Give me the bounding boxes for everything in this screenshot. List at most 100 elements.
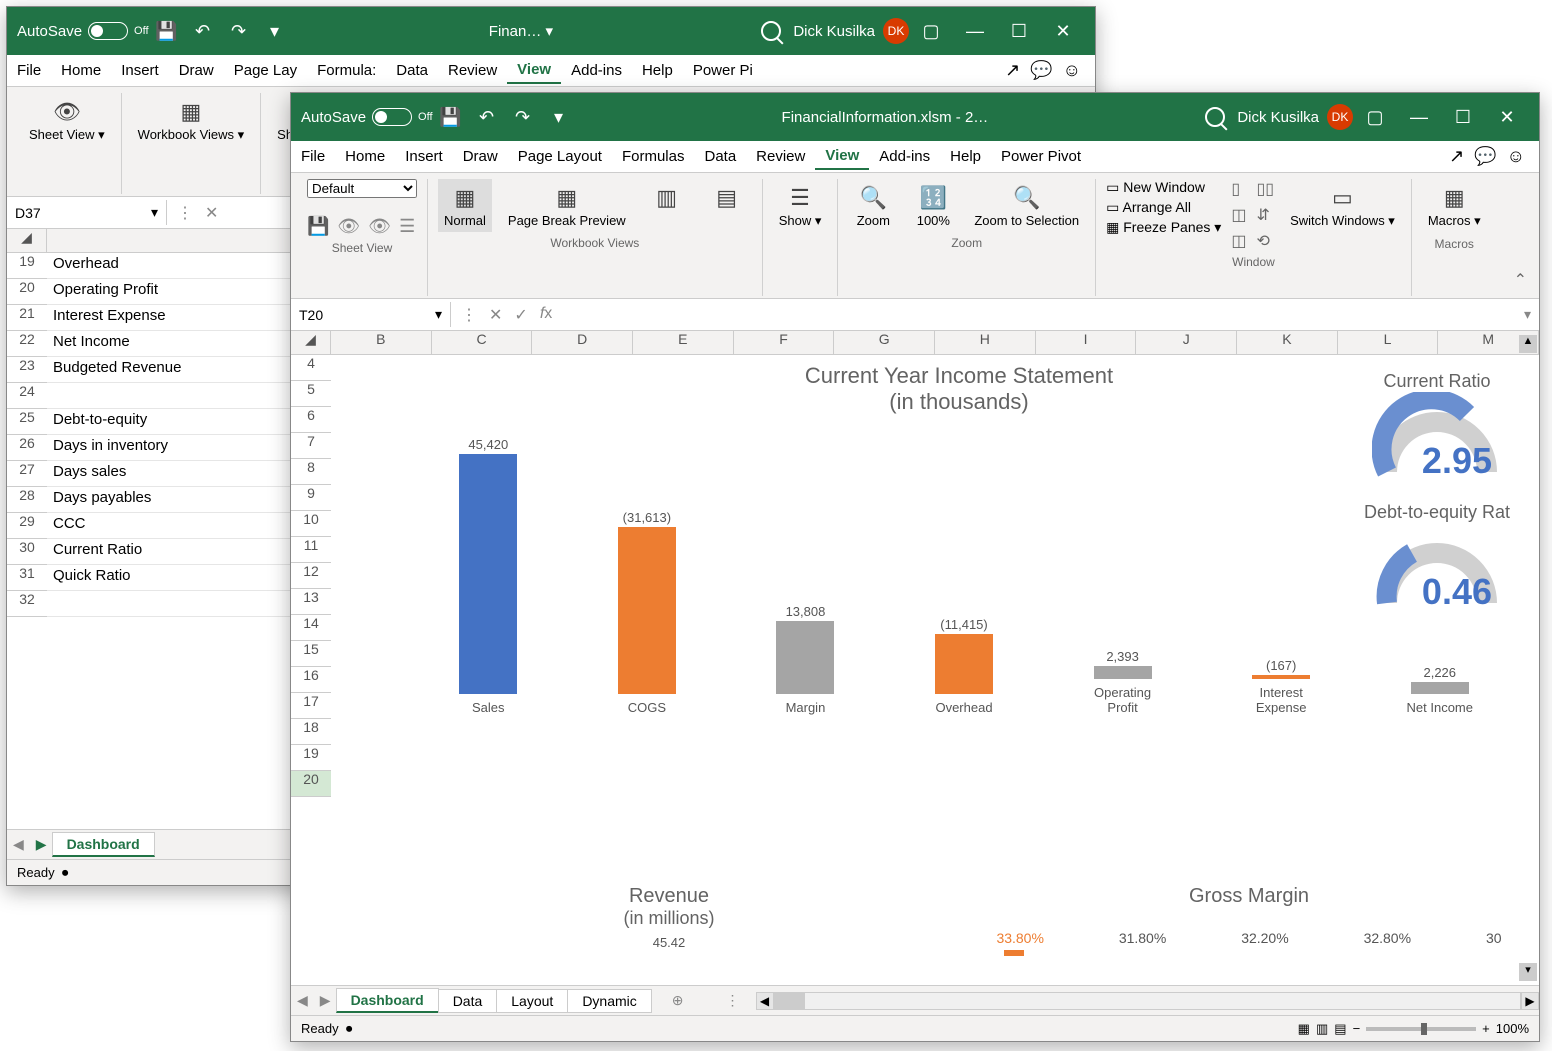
menu-file[interactable]: File (7, 58, 51, 83)
ribbon-display-icon[interactable]: ▢ (909, 7, 953, 55)
col-header[interactable]: K (1237, 331, 1338, 354)
row-header[interactable]: 31 (7, 565, 47, 591)
minimize-icon[interactable]: — (953, 7, 997, 55)
tab-add-icon[interactable]: ⊕ (666, 992, 690, 1009)
tab-dynamic[interactable]: Dynamic (567, 989, 651, 1013)
row-header[interactable]: 20 (291, 771, 331, 797)
select-all-corner[interactable]: ◢ (291, 331, 331, 354)
rib-macros[interactable]: ▦Macros ▾ (1422, 179, 1487, 233)
col-header[interactable]: E (633, 331, 734, 354)
split-icon[interactable]: ▯ (1231, 179, 1246, 199)
col-header[interactable]: L (1338, 331, 1439, 354)
rib-show[interactable]: ☰Show ▾ (773, 179, 828, 233)
save-icon[interactable]: 💾 (439, 105, 463, 129)
row-header[interactable]: 26 (7, 435, 47, 461)
col-header[interactable]: C (432, 331, 533, 354)
select-all-corner[interactable]: ◢ (7, 229, 47, 252)
search-icon[interactable] (761, 21, 781, 41)
menu-formulas[interactable]: Formulas (612, 144, 695, 169)
tab-next-icon[interactable]: ▶ (314, 992, 337, 1009)
fx-dots-icon[interactable]: ⋮ (461, 305, 477, 325)
rib-100pct[interactable]: 🔢100% (908, 179, 958, 232)
rib-zoom-selection[interactable]: 🔍Zoom to Selection (968, 179, 1085, 232)
menu-review[interactable]: Review (746, 144, 815, 169)
unhide-icon[interactable]: ◫ (1231, 231, 1246, 251)
search-icon[interactable] (1205, 107, 1225, 127)
tab-dashboard[interactable]: Dashboard (336, 988, 439, 1013)
rib-sheet-view[interactable]: 👁Sheet View ▾ (23, 93, 111, 147)
row-header[interactable]: 19 (7, 253, 47, 279)
row-header[interactable]: 5 (291, 381, 331, 407)
rib-page-layout[interactable]: ▥ (642, 179, 692, 217)
col-header[interactable]: I (1036, 331, 1137, 354)
menu-home[interactable]: Home (335, 144, 395, 169)
rib-freeze-panes[interactable]: ▦ Freeze Panes ▾ (1106, 219, 1221, 236)
name-box-front[interactable]: T20▾ (291, 302, 451, 327)
fx-cancel-icon[interactable]: ✕ (489, 305, 502, 325)
comments-icon[interactable]: 💬 (1474, 146, 1496, 167)
col-header[interactable]: D (532, 331, 633, 354)
qat-dropdown-icon[interactable]: ▾ (263, 19, 287, 43)
menu-draw[interactable]: Draw (453, 144, 508, 169)
rib-zoom[interactable]: 🔍Zoom (848, 179, 898, 232)
close-icon[interactable]: ✕ (1041, 7, 1085, 55)
row-header[interactable]: 15 (291, 641, 331, 667)
row-header[interactable]: 14 (291, 615, 331, 641)
menu-file[interactable]: File (291, 144, 335, 169)
autosave-toggle-front[interactable] (372, 108, 412, 126)
row-header[interactable]: 11 (291, 537, 331, 563)
tab-next-icon[interactable]: ▶ (30, 836, 53, 853)
zoom-slider[interactable] (1366, 1027, 1476, 1031)
exit-icon[interactable]: 👁 (337, 216, 360, 237)
menu-draw[interactable]: Draw (169, 58, 224, 83)
row-header[interactable]: 10 (291, 511, 331, 537)
menu-addins[interactable]: Add-ins (561, 58, 632, 83)
menu-help[interactable]: Help (632, 58, 683, 83)
menu-pagelayout[interactable]: Page Lay (224, 58, 307, 83)
smiley-icon[interactable]: ☺ (1507, 146, 1525, 167)
row-header[interactable]: 32 (7, 591, 47, 617)
menu-help[interactable]: Help (940, 144, 991, 169)
fx-icon[interactable]: fx (540, 305, 552, 325)
menu-home[interactable]: Home (51, 58, 111, 83)
vertical-scrollbar[interactable]: ▲ ▾ (1519, 331, 1537, 985)
user-avatar-front[interactable]: DK (1327, 104, 1353, 130)
options-icon[interactable]: ☰ (399, 216, 415, 237)
row-header[interactable]: 27 (7, 461, 47, 487)
redo-icon[interactable]: ↷ (227, 19, 251, 43)
rib-page-break[interactable]: ▦Page Break Preview (502, 179, 632, 232)
rib-normal[interactable]: ▦Normal (438, 179, 492, 232)
maximize-icon[interactable]: ☐ (997, 7, 1041, 55)
share-icon[interactable]: ↗ (1449, 146, 1464, 167)
row-header[interactable]: 21 (7, 305, 47, 331)
row-header[interactable]: 7 (291, 433, 331, 459)
row-header[interactable]: 24 (7, 383, 47, 409)
menu-view[interactable]: View (815, 143, 869, 170)
row-header[interactable]: 28 (7, 487, 47, 513)
hide-icon[interactable]: ◫ (1231, 205, 1246, 225)
col-header[interactable]: J (1136, 331, 1237, 354)
sheetview-select[interactable]: Default (307, 179, 417, 198)
menu-insert[interactable]: Insert (395, 144, 453, 169)
fx-dots-icon[interactable]: ⋮ (177, 203, 193, 223)
rib-custom-views[interactable]: ▤ (702, 179, 752, 217)
collapse-ribbon-icon[interactable]: ⌃ (1508, 264, 1533, 296)
menu-insert[interactable]: Insert (111, 58, 169, 83)
close-icon[interactable]: ✕ (1485, 93, 1529, 141)
maximize-icon[interactable]: ☐ (1441, 93, 1485, 141)
menu-data[interactable]: Data (386, 58, 438, 83)
row-header[interactable]: 9 (291, 485, 331, 511)
menu-pagelayout[interactable]: Page Layout (508, 144, 612, 169)
formula-expand-icon[interactable]: ▾ (1516, 306, 1539, 323)
tab-prev-icon[interactable]: ◀ (291, 992, 314, 1009)
row-header[interactable]: 19 (291, 745, 331, 771)
row-header[interactable]: 25 (7, 409, 47, 435)
share-icon[interactable]: ↗ (1005, 60, 1020, 81)
col-header[interactable]: B (331, 331, 432, 354)
macro-rec-icon[interactable]: ⏺ (62, 865, 69, 880)
tab-dashboard-back[interactable]: Dashboard (52, 832, 155, 857)
scroll-right-icon[interactable]: ▶ (1521, 992, 1539, 1010)
menu-review[interactable]: Review (438, 58, 507, 83)
rib-new-window[interactable]: ▭ New Window (1106, 179, 1221, 196)
scroll-up-icon[interactable]: ▲ (1519, 335, 1537, 353)
